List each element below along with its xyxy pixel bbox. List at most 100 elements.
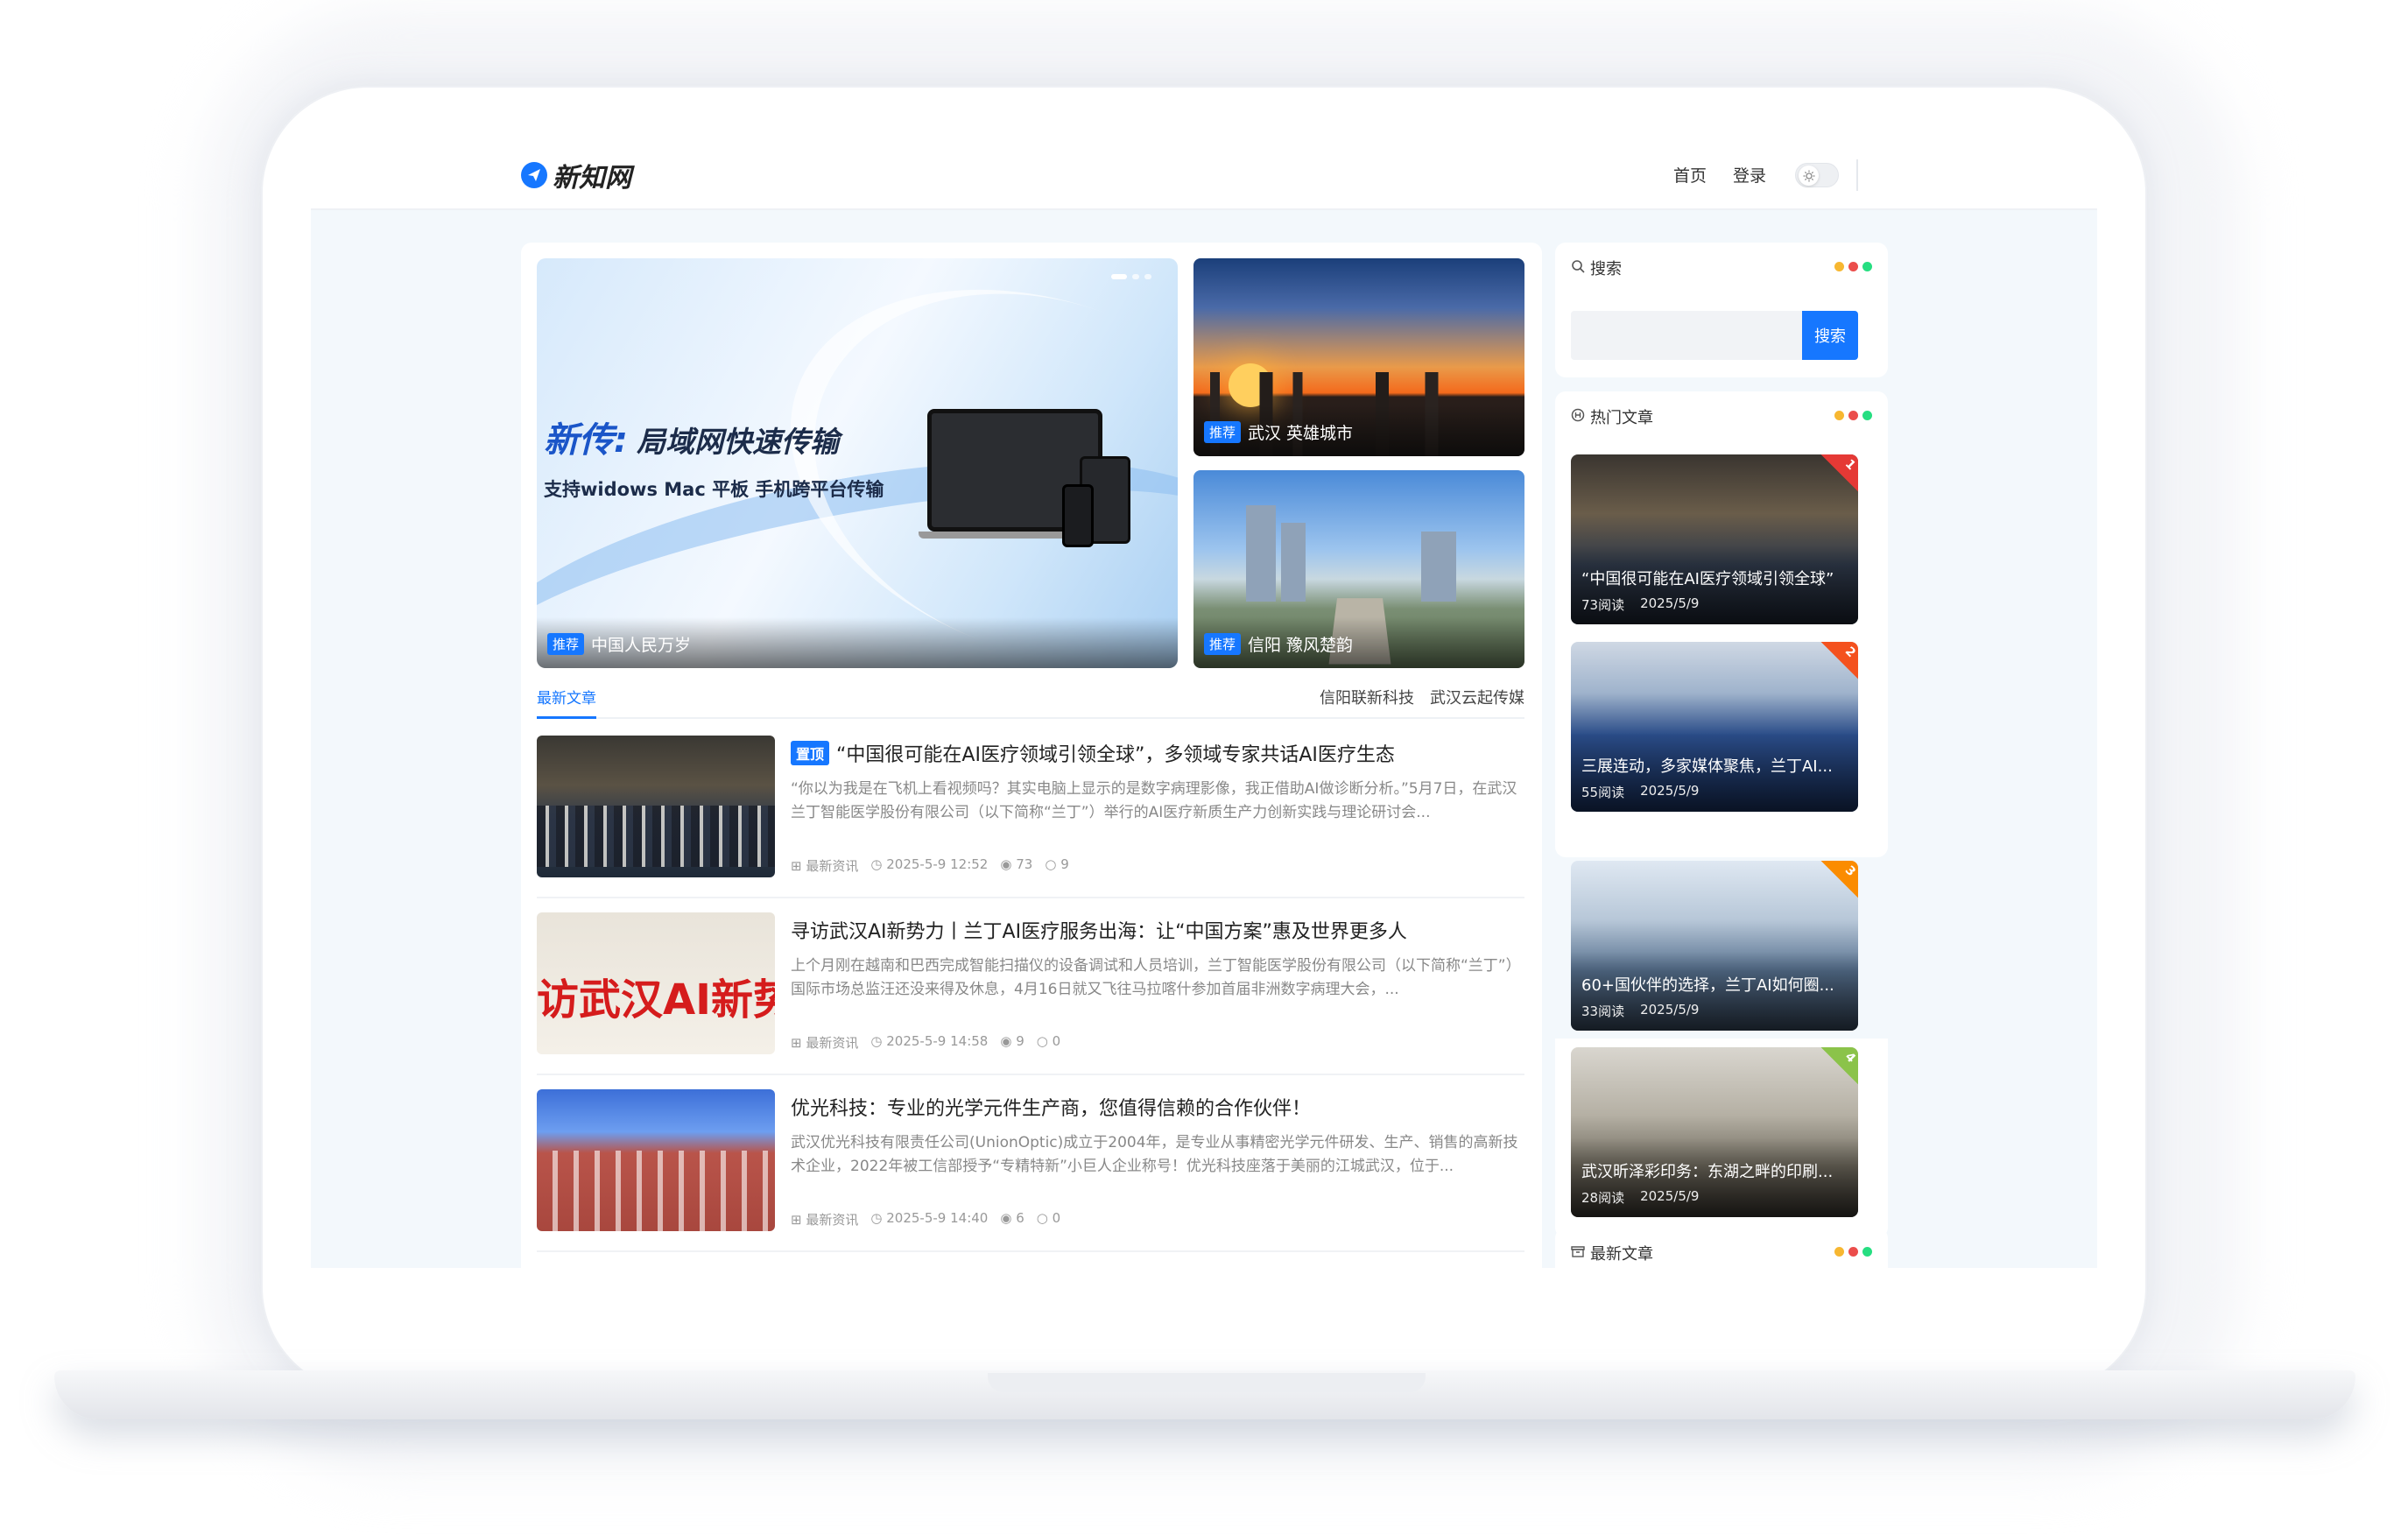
featured-caption: 推荐 信阳 豫风楚韵 <box>1204 632 1353 656</box>
website-screen: 新知网 首页 登录 新传: 局域网快速传输 支持widows Mac 平板 手机跨… <box>311 140 2097 1268</box>
article-title-text[interactable]: 寻访武汉AI新势力丨兰丁AI医疗服务出海：让“中国方案”惠及世界更多人 <box>791 916 1407 944</box>
eye-icon: ◉ <box>1000 1210 1012 1226</box>
article-meta: ⊞ 最新资讯 ◷ 2025-5-9 12:52 ◉ 73 ○ 9 <box>791 856 1069 875</box>
hot-article-item[interactable]: 3 60+国伙伴的选择，兰丁AI如何圈... 33阅读 2025/5/9 <box>1571 861 1858 1031</box>
category-meta[interactable]: ⊞ 最新资讯 <box>791 1033 858 1052</box>
phone-illustration <box>1062 484 1094 547</box>
search-widget-header: 搜索 <box>1571 257 1622 279</box>
article-item[interactable]: 优光科技：专业的光学元件生产商，您值得信赖的合作伙伴！ 武汉优光科技有限责任公司… <box>537 1089 1524 1252</box>
comment-icon: ○ <box>1045 856 1057 872</box>
comments-text: 0 <box>1052 1210 1061 1226</box>
article-title[interactable]: 置顶 “中国很可能在AI医疗领域引领全球”，多领域专家共话AI医疗生态 <box>791 739 1395 767</box>
slider-caption-text: 中国人民万岁 <box>591 636 692 655</box>
window-dots <box>1834 411 1872 420</box>
sun-icon <box>1799 165 1819 186</box>
dot-red <box>1848 262 1858 271</box>
search-input[interactable] <box>1571 311 1802 360</box>
slider-dot[interactable] <box>1144 274 1151 279</box>
hot-article-reads: 28阅读 <box>1581 1190 1625 1206</box>
search-widget: 搜索 搜索 <box>1555 243 1888 377</box>
nav-login[interactable]: 登录 <box>1733 163 1766 187</box>
slider-dot[interactable] <box>1111 274 1127 279</box>
site-logo[interactable]: 新知网 <box>521 159 631 194</box>
tab-links: 信阳联新科技 武汉云起传媒 <box>1320 686 1524 708</box>
article-item[interactable]: 置顶 “中国很可能在AI医疗领域引领全球”，多领域专家共话AI医疗生态 “你以为… <box>537 736 1524 898</box>
article-title[interactable]: 寻访武汉AI新势力丨兰丁AI医疗服务出海：让“中国方案”惠及世界更多人 <box>791 916 1407 944</box>
site-header: 新知网 首页 登录 <box>311 140 2097 210</box>
comment-icon: ○ <box>1036 1033 1048 1049</box>
grid-icon: ⊞ <box>791 1035 802 1051</box>
featured-caption-text: 信阳 豫风楚韵 <box>1248 636 1354 655</box>
article-item[interactable]: 访武汉AI新势 寻访武汉AI新势力丨兰丁AI医疗服务出海：让“中国方案”惠及世界… <box>537 912 1524 1075</box>
hot-article-item[interactable]: 4 武汉昕泽彩印务：东湖之畔的印刷... 28阅读 2025/5/9 <box>1571 1047 1858 1217</box>
date-text: 2025-5-9 12:52 <box>886 856 989 872</box>
slider-headline: 新传: 局域网快速传输 <box>544 412 839 462</box>
hot-articles-title: 热门文章 <box>1590 409 1653 427</box>
article-title-text[interactable]: “中国很可能在AI医疗领域引领全球”，多领域专家共话AI医疗生态 <box>836 739 1395 767</box>
latest-articles-widget: 最新文章 <box>1555 1228 1888 1268</box>
views-meta: ◉ 73 <box>1000 856 1032 875</box>
main-nav: 首页 登录 <box>1673 163 1766 187</box>
recommend-tag: 推荐 <box>547 633 585 655</box>
featured-caption-text: 武汉 英雄城市 <box>1248 424 1354 443</box>
slider-headline-rest: 局域网快速传输 <box>637 425 839 459</box>
article-title[interactable]: 优光科技：专业的光学元件生产商，您值得信赖的合作伙伴！ <box>791 1093 1311 1121</box>
tab-latest-articles[interactable]: 最新文章 <box>537 686 596 719</box>
featured-image-wuhan[interactable]: 推荐 武汉 英雄城市 <box>1193 258 1524 456</box>
tower-shape <box>1246 505 1276 602</box>
theme-toggle[interactable] <box>1795 163 1839 187</box>
clock-icon: ◷ <box>870 856 883 872</box>
slider-caption: 推荐 中国人民万岁 <box>547 632 691 656</box>
grid-icon: ⊞ <box>791 858 802 874</box>
dot-green <box>1862 411 1872 420</box>
category-text: 最新资讯 <box>806 1212 859 1228</box>
featured-image-xinyang[interactable]: 推荐 信阳 豫风楚韵 <box>1193 470 1524 668</box>
article-thumbnail[interactable] <box>537 1089 775 1231</box>
header-divider <box>1856 159 1858 191</box>
dot-yellow <box>1834 411 1844 420</box>
thumbnail-text: 访武汉AI新势 <box>537 975 775 1025</box>
laptop-base-notch <box>988 1373 1426 1392</box>
article-thumbnail[interactable] <box>537 736 775 877</box>
article-excerpt: 上个月刚在越南和巴西完成智能扫描仪的设备调试和人员培训，兰丁智能医学股份有限公司… <box>791 957 1521 998</box>
hot-article-title[interactable]: “中国很可能在AI医疗领域引领全球” <box>1581 567 1848 589</box>
comments-text: 0 <box>1052 1033 1061 1049</box>
slider-dot[interactable] <box>1132 274 1139 279</box>
date-text: 2025-5-9 14:40 <box>886 1210 989 1226</box>
group-photo-shape <box>537 806 775 867</box>
views-text: 9 <box>1016 1033 1024 1049</box>
featured-caption: 推荐 武汉 英雄城市 <box>1204 420 1353 444</box>
category-meta[interactable]: ⊞ 最新资讯 <box>791 856 858 875</box>
hot-article-title[interactable]: 60+国伙伴的选择，兰丁AI如何圈... <box>1581 973 1848 996</box>
search-widget-title: 搜索 <box>1590 260 1622 278</box>
tower-shape <box>1421 532 1456 602</box>
hot-article-date: 2025/5/9 <box>1640 595 1700 611</box>
dot-green <box>1862 1247 1872 1257</box>
slider-pagination <box>1111 274 1151 279</box>
hot-articles-widget-continued: 3 60+国伙伴的选择，兰丁AI如何圈... 33阅读 2025/5/9 <box>1555 714 1888 1059</box>
slider-headline-accent: 新传: <box>544 420 628 461</box>
paper-plane-icon <box>521 162 547 188</box>
clock-icon: ◷ <box>870 1210 883 1226</box>
hot-article-title[interactable]: 武汉昕泽彩印务：东湖之畔的印刷... <box>1581 1159 1848 1182</box>
article-tabs: 最新文章 信阳联新科技 武汉云起传媒 <box>537 680 1524 719</box>
article-thumbnail[interactable]: 访武汉AI新势 <box>537 912 775 1054</box>
hot-article-meta: 33阅读 2025/5/9 <box>1581 1002 1699 1020</box>
tab-link-xinyang[interactable]: 信阳联新科技 <box>1320 686 1414 708</box>
article-title-text[interactable]: 优光科技：专业的光学元件生产商，您值得信赖的合作伙伴！ <box>791 1093 1311 1121</box>
views-text: 73 <box>1016 856 1033 872</box>
category-meta[interactable]: ⊞ 最新资讯 <box>791 1210 858 1229</box>
nav-home[interactable]: 首页 <box>1673 163 1707 187</box>
search-button[interactable]: 搜索 <box>1802 311 1858 360</box>
comments-text: 9 <box>1060 856 1069 872</box>
dot-yellow <box>1834 262 1844 271</box>
eye-icon: ◉ <box>1000 1033 1012 1049</box>
views-meta: ◉ 6 <box>1000 1210 1024 1229</box>
article-meta: ⊞ 最新资讯 ◷ 2025-5-9 14:40 ◉ 6 ○ 0 <box>791 1210 1060 1229</box>
building-windows-shape <box>537 1151 775 1231</box>
hero-slider[interactable]: 新传: 局域网快速传输 支持widows Mac 平板 手机跨平台传输 推荐 中国… <box>537 258 1178 668</box>
tab-link-wuhan[interactable]: 武汉云起传媒 <box>1430 686 1524 708</box>
dot-yellow <box>1834 1247 1844 1257</box>
hot-article-item[interactable]: 1 “中国很可能在AI医疗领域引领全球” 73阅读 2025/5/9 <box>1571 454 1858 624</box>
latest-articles-header: 最新文章 <box>1571 1242 1653 1264</box>
